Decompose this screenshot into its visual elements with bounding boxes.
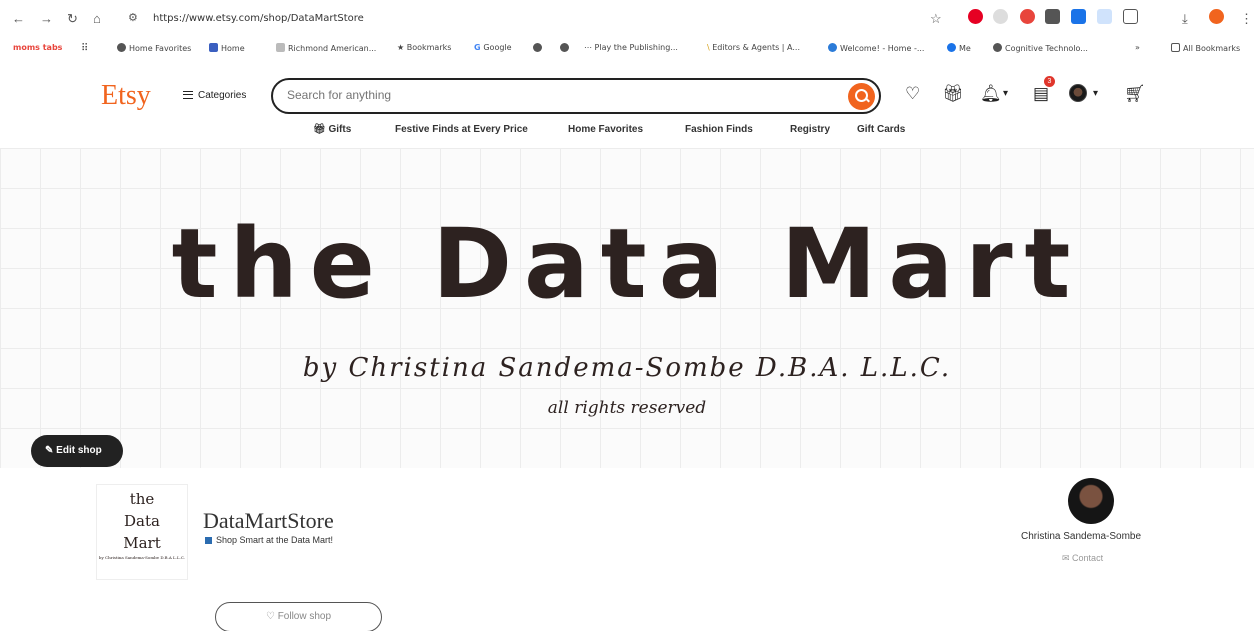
bookmark-play-publishing[interactable]: ⋯ Play the Publishing... xyxy=(584,43,678,52)
globe-icon xyxy=(117,43,126,52)
globe-icon xyxy=(993,43,1002,52)
edit-shop-button[interactable]: ✎ Edit shop xyxy=(31,435,123,467)
shop-logo[interactable]: the Data Mart by Christina Sandema-Sombe… xyxy=(96,484,188,580)
mail-icon: ✉ xyxy=(1062,553,1073,563)
follow-shop-button[interactable]: ♡ Follow shop xyxy=(215,602,382,631)
bookmark-home-favorites[interactable]: Home Favorites xyxy=(117,43,191,53)
subnav-gift-cards[interactable]: Gift Cards xyxy=(857,124,905,135)
all-bookmarks[interactable]: All Bookmarks xyxy=(1171,43,1240,53)
owner-name[interactable]: Christina Sandema-Sombe xyxy=(1021,531,1141,542)
apps-icon[interactable]: ⠿ xyxy=(81,43,88,54)
gift-icon: 🎁︎ xyxy=(313,124,329,135)
star-icon[interactable]: ☆ xyxy=(930,11,942,27)
more-icon[interactable]: ⋮ xyxy=(1240,11,1253,27)
avatar[interactable] xyxy=(1069,84,1087,102)
bookmarks-overflow[interactable]: » xyxy=(1135,43,1140,52)
bookmark-moms-tabs[interactable]: moms tabs xyxy=(13,43,62,52)
edit-icon[interactable] xyxy=(205,537,212,544)
shop-banner: the Data Mart by Christina Sandema-Sombe… xyxy=(0,148,1254,468)
favorites-heart-icon[interactable]: ♡ xyxy=(905,84,920,104)
extension-icon[interactable] xyxy=(1097,9,1112,24)
link-icon: ⋯ xyxy=(584,43,595,52)
owner-avatar[interactable] xyxy=(1068,478,1114,524)
bookmarks-bar: moms tabs ⠿ Home Favorites Home Richmond… xyxy=(0,38,1254,60)
contact-button[interactable]: ✉ Contact xyxy=(1062,553,1103,564)
site-info-icon[interactable]: ⚙ xyxy=(128,11,138,24)
site-icon xyxy=(276,43,285,52)
banner-subtitle: by Christina Sandema-Sombe D.B.A. L.L.C. xyxy=(302,353,952,383)
cart-icon[interactable]: 🛒︎ xyxy=(1124,84,1146,104)
notifications-bell-icon[interactable]: 🔔︎ xyxy=(980,84,1002,104)
shop-manager-icon[interactable]: ▤ xyxy=(1033,84,1049,104)
profile-icon[interactable] xyxy=(1209,9,1224,24)
bookmark-welcome[interactable]: Welcome! - Home -... xyxy=(828,43,924,53)
search-bar xyxy=(271,78,881,114)
checkbox-icon xyxy=(209,43,218,52)
extensions-puzzle-icon[interactable] xyxy=(1123,9,1138,24)
bookmark-cognitive[interactable]: Cognitive Technolo... xyxy=(993,43,1088,53)
bookmark-home[interactable]: Home xyxy=(209,43,245,53)
bookmark-google[interactable]: G Google xyxy=(474,43,512,52)
categories-button[interactable]: Categories xyxy=(183,90,246,101)
subnav-home-favorites[interactable]: Home Favorites xyxy=(568,124,643,135)
extension-icon[interactable] xyxy=(1071,9,1086,24)
google-icon: G xyxy=(474,43,484,52)
star-icon: ★ xyxy=(397,43,407,52)
subnav-registry[interactable]: Registry xyxy=(790,124,830,135)
subnav-festive-finds[interactable]: Festive Finds at Every Price xyxy=(395,124,528,135)
browser-toolbar: ← → ↻ ⌂ ⚙ https://www.etsy.com/shop/Data… xyxy=(0,0,1254,38)
pencil-icon: ✎ xyxy=(45,445,57,456)
subnav-gifts[interactable]: 🎁︎ Gifts xyxy=(313,124,351,135)
folder-icon xyxy=(1171,43,1180,52)
home-icon[interactable]: ⌂ xyxy=(93,11,101,26)
globe-icon xyxy=(533,43,542,52)
chevron-down-icon[interactable]: ▾ xyxy=(1093,84,1098,104)
bookmark-globe[interactable] xyxy=(533,43,545,53)
profile-icon xyxy=(947,43,956,52)
gift-icon[interactable]: 🎁︎ xyxy=(942,84,964,104)
address-bar[interactable]: https://www.etsy.com/shop/DataMartStore xyxy=(153,13,364,24)
etsy-logo[interactable]: Etsy xyxy=(101,80,151,112)
forward-icon[interactable]: → xyxy=(40,11,53,26)
heart-icon: ♡ xyxy=(265,611,278,622)
pinterest-icon[interactable] xyxy=(968,9,983,24)
banner-title: the Data Mart xyxy=(171,208,1083,320)
globe-icon xyxy=(560,43,569,52)
bookmark-editors-agents[interactable]: \ Editors & Agents | A... xyxy=(707,43,800,52)
extension-icon[interactable] xyxy=(1045,9,1060,24)
download-icon[interactable]: ⤓ xyxy=(1182,11,1188,27)
notification-badge: 3 xyxy=(1044,76,1055,87)
shop-name: DataMartStore xyxy=(203,508,334,533)
subnav-fashion-finds[interactable]: Fashion Finds xyxy=(685,124,753,135)
chevron-down-icon[interactable]: ▾ xyxy=(1003,84,1008,104)
search-input[interactable] xyxy=(287,88,827,102)
search-button[interactable] xyxy=(848,83,875,110)
menu-icon xyxy=(183,91,193,99)
extension-icon[interactable] xyxy=(1020,9,1035,24)
extension-icon[interactable] xyxy=(993,9,1008,24)
reload-icon[interactable]: ↻ xyxy=(67,11,78,27)
bookmark-globe[interactable] xyxy=(560,43,572,53)
cloud-icon xyxy=(828,43,837,52)
back-icon[interactable]: ← xyxy=(12,11,25,26)
banner-rights: all rights reserved xyxy=(547,398,707,418)
bookmark-richmond[interactable]: Richmond American... xyxy=(276,43,376,53)
shop-tagline: Shop Smart at the Data Mart! xyxy=(205,535,333,545)
bookmark-me[interactable]: Me xyxy=(947,43,971,53)
bookmark-bookmarks[interactable]: ★ Bookmarks xyxy=(397,43,451,52)
